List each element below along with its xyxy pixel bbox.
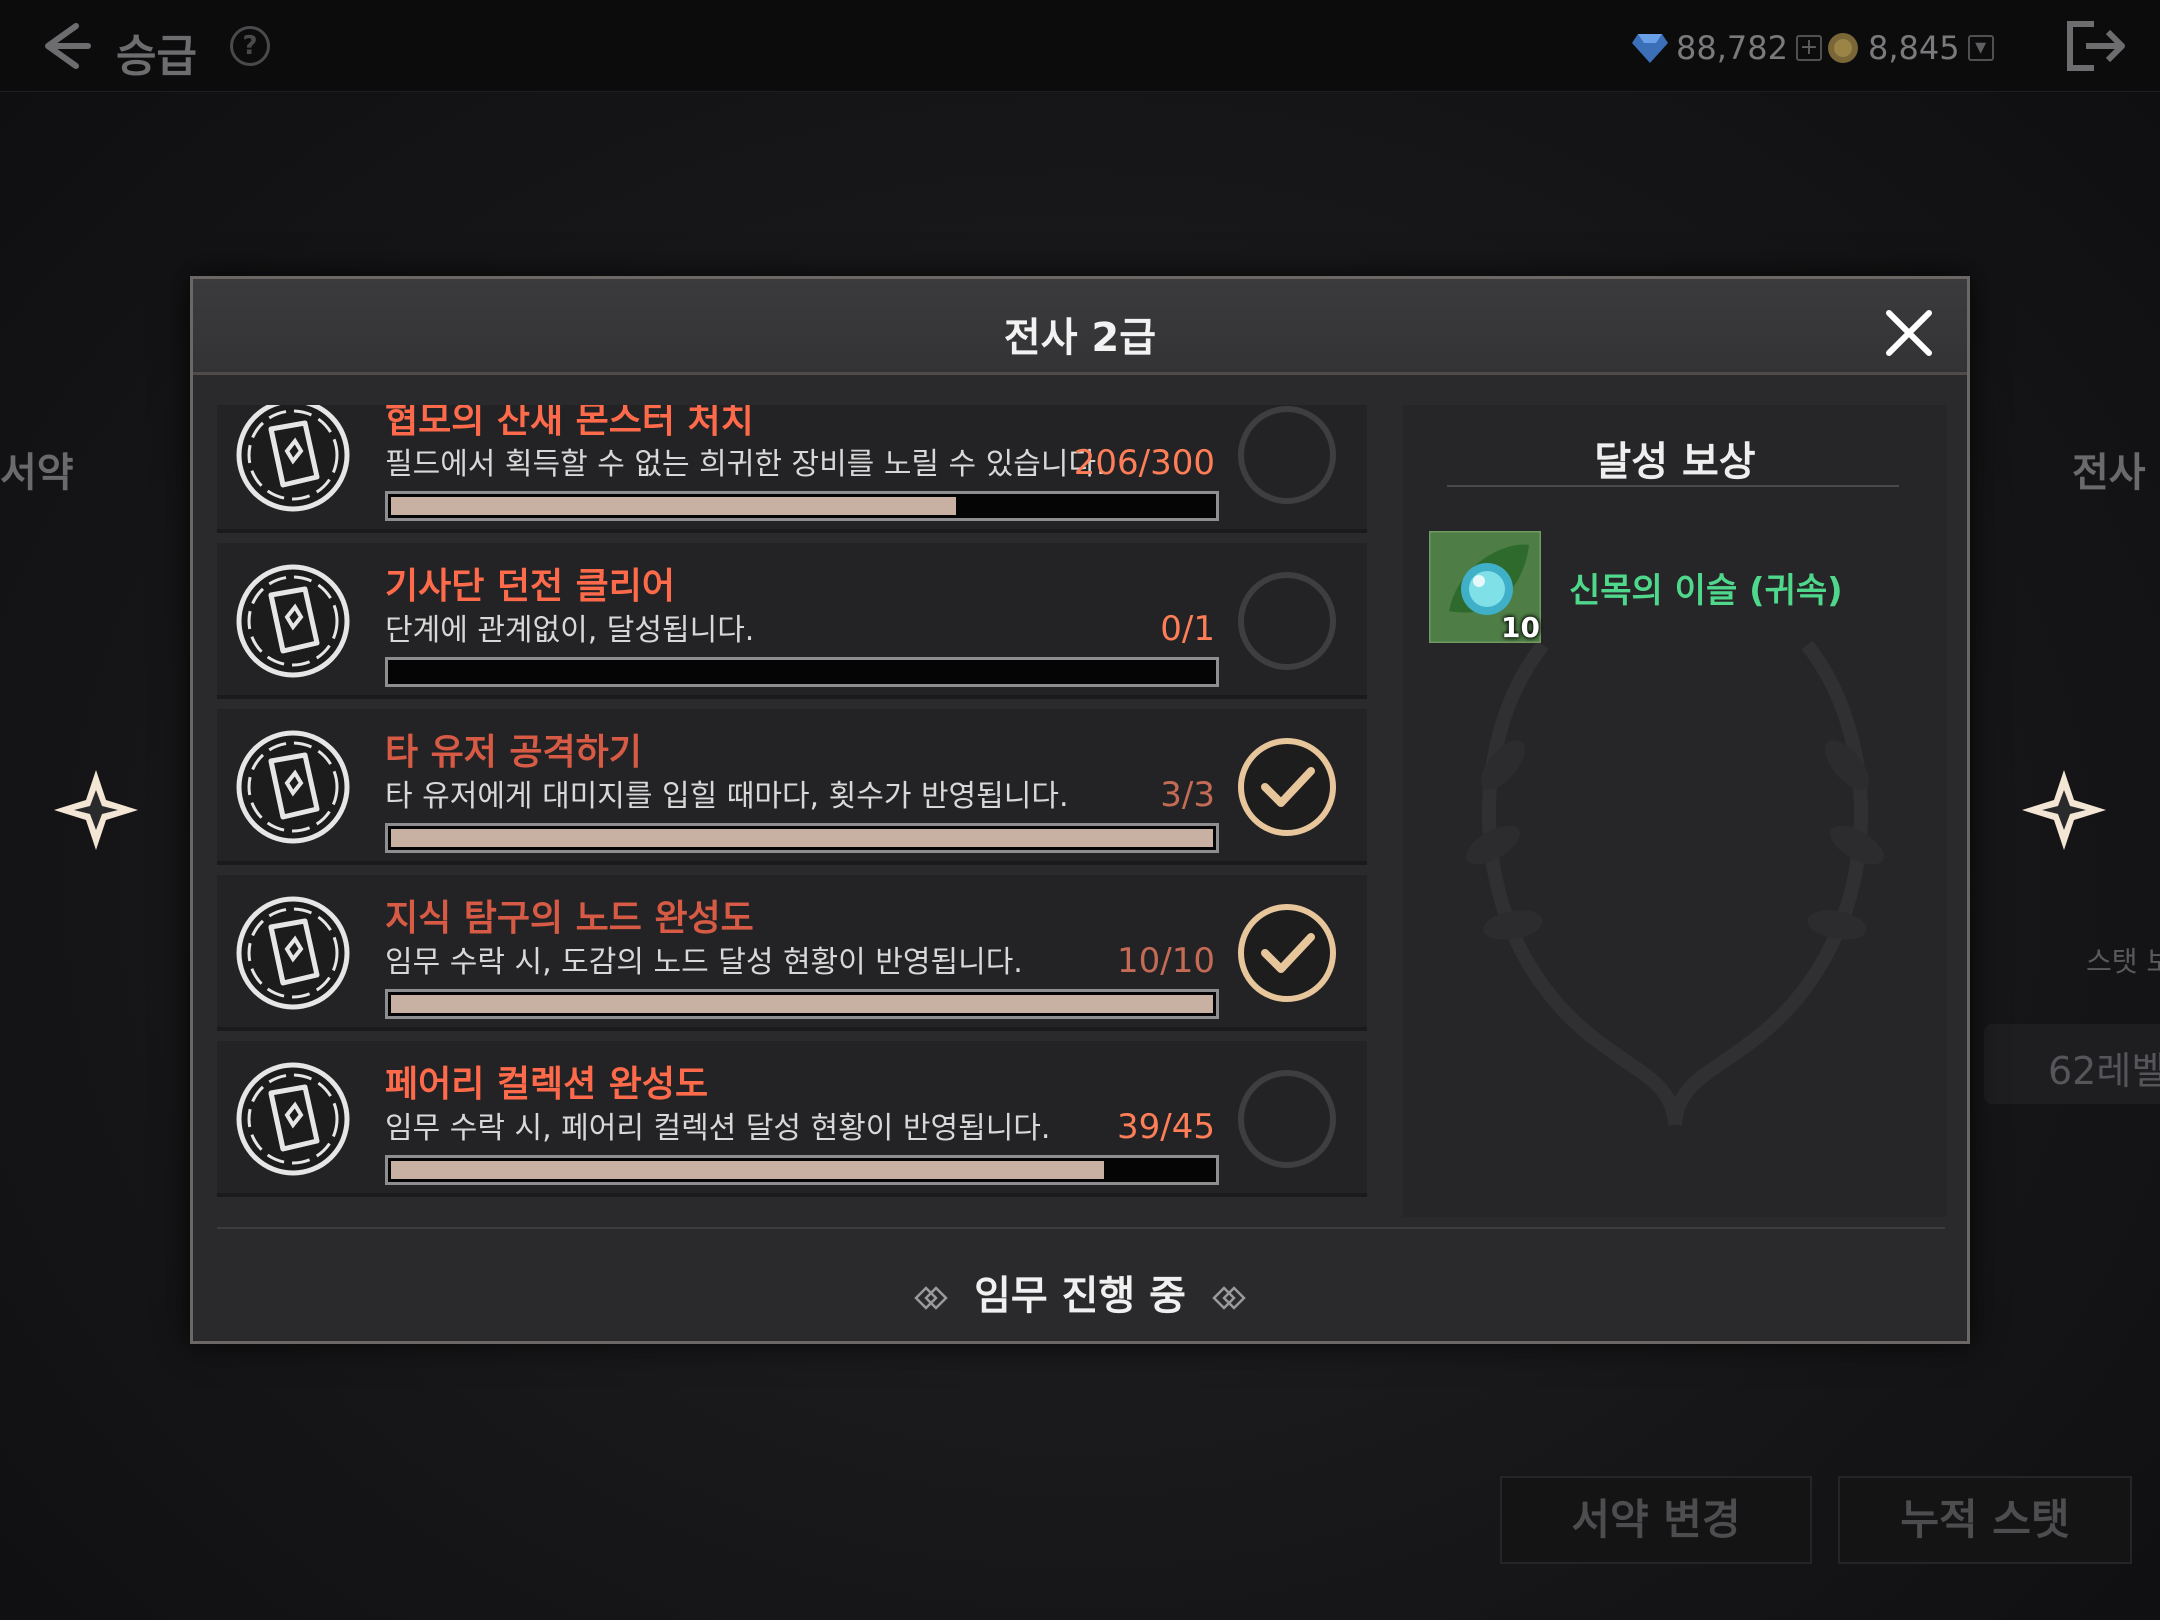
mission-row[interactable]: 지식 탐구의 노드 완성도임무 수락 시, 도감의 노드 달성 현황이 반영됩니… <box>217 875 1367 1031</box>
mission-progress-count: 0/1 <box>1160 609 1215 649</box>
level-requirement: 62레벨 <box>1984 1024 2160 1104</box>
reward-item-quantity: 10 <box>1501 611 1540 644</box>
change-pledge-button[interactable]: 서약 변경 <box>1500 1476 1812 1564</box>
empty-status-circle-icon <box>1238 406 1336 504</box>
mission-progress-fill <box>391 995 1213 1013</box>
mission-progress-count: 206/300 <box>1073 443 1215 483</box>
diamond-ornament-icon <box>914 1286 948 1310</box>
page-title: 승급 <box>116 31 197 82</box>
mission-progress-count: 39/45 <box>1117 1107 1215 1147</box>
mission-progress-bar <box>385 823 1219 853</box>
exit-icon[interactable] <box>2064 18 2128 74</box>
help-icon[interactable]: ? <box>230 26 270 66</box>
empty-status-circle-icon <box>1238 1070 1336 1168</box>
mission-title: 타 유저 공격하기 <box>385 732 642 773</box>
mission-description: 임무 수락 시, 도감의 노드 달성 현황이 반영됩니다. <box>385 945 1023 980</box>
reward-title: 달성 보상 <box>1594 439 1756 485</box>
top-bar: 승급 ? 88,782 + 8,845 ▾ <box>0 0 2160 92</box>
quest-book-icon <box>236 896 350 1010</box>
reward-divider <box>1447 485 1899 487</box>
previous-star-arrow-icon[interactable] <box>50 764 142 856</box>
quest-book-icon <box>236 564 350 678</box>
mission-progress-fill <box>391 1161 1104 1179</box>
quest-book-icon <box>236 730 350 844</box>
pledge-label: 서약 <box>0 450 74 496</box>
stat-bonus-label: 스탯 보 <box>2086 945 2160 978</box>
modal-title: 전사 2급 <box>1003 315 1157 361</box>
mission-title: 협모의 산새 몬스터 처치 <box>385 405 754 441</box>
next-grade-label: 전사 4 <box>2072 450 2160 496</box>
mission-progress-bar <box>385 657 1219 687</box>
laurel-wreath-icon <box>1466 640 1884 1126</box>
mission-title: 기사단 던전 클리어 <box>385 566 676 607</box>
mission-status-text: 임무 진행 중 <box>974 1273 1186 1319</box>
empty-status-circle-icon <box>1238 572 1336 670</box>
mission-progress-bar <box>385 491 1219 521</box>
mission-progress-count: 3/3 <box>1160 775 1215 815</box>
mission-row[interactable]: 기사단 던전 클리어단계에 관계없이, 달성됩니다. 0/1 <box>217 543 1367 699</box>
mission-description: 단계에 관계없이, 달성됩니다. <box>385 613 755 648</box>
reward-item-name: 신목의 이슬 (귀속) <box>1569 571 1843 611</box>
gold-amount: 8,845 <box>1868 29 1960 67</box>
mission-progress-bar <box>385 989 1219 1019</box>
cumulative-stats-button[interactable]: 누적 스탯 <box>1838 1476 2132 1564</box>
mission-progress-count: 10/10 <box>1117 941 1215 981</box>
mission-row[interactable]: 타 유저 공격하기타 유저에게 대미지를 입힐 때마다, 횟수가 반영됩니다. 3… <box>217 709 1367 865</box>
next-star-arrow-icon[interactable] <box>2018 764 2110 856</box>
mission-list[interactable]: 협모의 산새 몬스터 처치필드에서 획득할 수 없는 희귀한 장비를 노릴 수 … <box>217 405 1367 1205</box>
diamond-icon <box>1632 34 1668 63</box>
mission-row[interactable]: 페어리 컬렉션 완성도임무 수락 시, 페어리 컬렉션 달성 현황이 반영됩니다… <box>217 1041 1367 1197</box>
mission-description: 임무 수락 시, 페어리 컬렉션 달성 현황이 반영됩니다. <box>385 1111 1051 1146</box>
mission-status-footer: 임무 진행 중 <box>193 1263 1967 1321</box>
mission-description: 타 유저에게 대미지를 입힐 때마다, 횟수가 반영됩니다. <box>385 779 1069 814</box>
gem-add-button[interactable]: + <box>1795 35 1822 61</box>
promotion-modal: 전사 2급 협모의 산새 몬스터 처치필드에서 획득할 수 없는 희귀한 장비를… <box>190 276 1970 1344</box>
diamond-ornament-icon <box>1212 1286 1246 1310</box>
gem-amount: 88,782 <box>1676 29 1788 67</box>
reward-panel: 달성 보상 10 신목의 이슬 (귀속) <box>1403 405 1947 1217</box>
mission-progress-bar <box>385 1155 1219 1185</box>
close-icon[interactable] <box>1885 309 1933 357</box>
quest-book-icon <box>236 405 350 512</box>
reward-item-slot[interactable]: 10 <box>1427 529 1543 645</box>
back-arrow-icon[interactable] <box>36 18 92 74</box>
mission-progress-fill <box>391 829 1213 847</box>
checkmark-complete-icon <box>1238 738 1336 836</box>
mission-title: 페어리 컬렉션 완성도 <box>385 1064 709 1105</box>
quest-book-icon <box>236 1062 350 1176</box>
gold-currency: 8,845 ▾ <box>1826 28 1994 68</box>
footer-divider <box>217 1227 1945 1229</box>
gold-coin-icon <box>1828 33 1858 63</box>
mission-title: 지식 탐구의 노드 완성도 <box>385 898 754 939</box>
gold-dropdown-button[interactable]: ▾ <box>1967 35 1994 61</box>
mission-description: 필드에서 획득할 수 없는 희귀한 장비를 노릴 수 있습니다. <box>385 447 1106 482</box>
mission-progress-fill <box>391 497 956 515</box>
checkmark-complete-icon <box>1238 904 1336 1002</box>
modal-header: 전사 2급 <box>193 279 1967 375</box>
mission-row[interactable]: 협모의 산새 몬스터 처치필드에서 획득할 수 없는 희귀한 장비를 노릴 수 … <box>217 405 1367 533</box>
gem-currency: 88,782 + <box>1632 28 1822 68</box>
